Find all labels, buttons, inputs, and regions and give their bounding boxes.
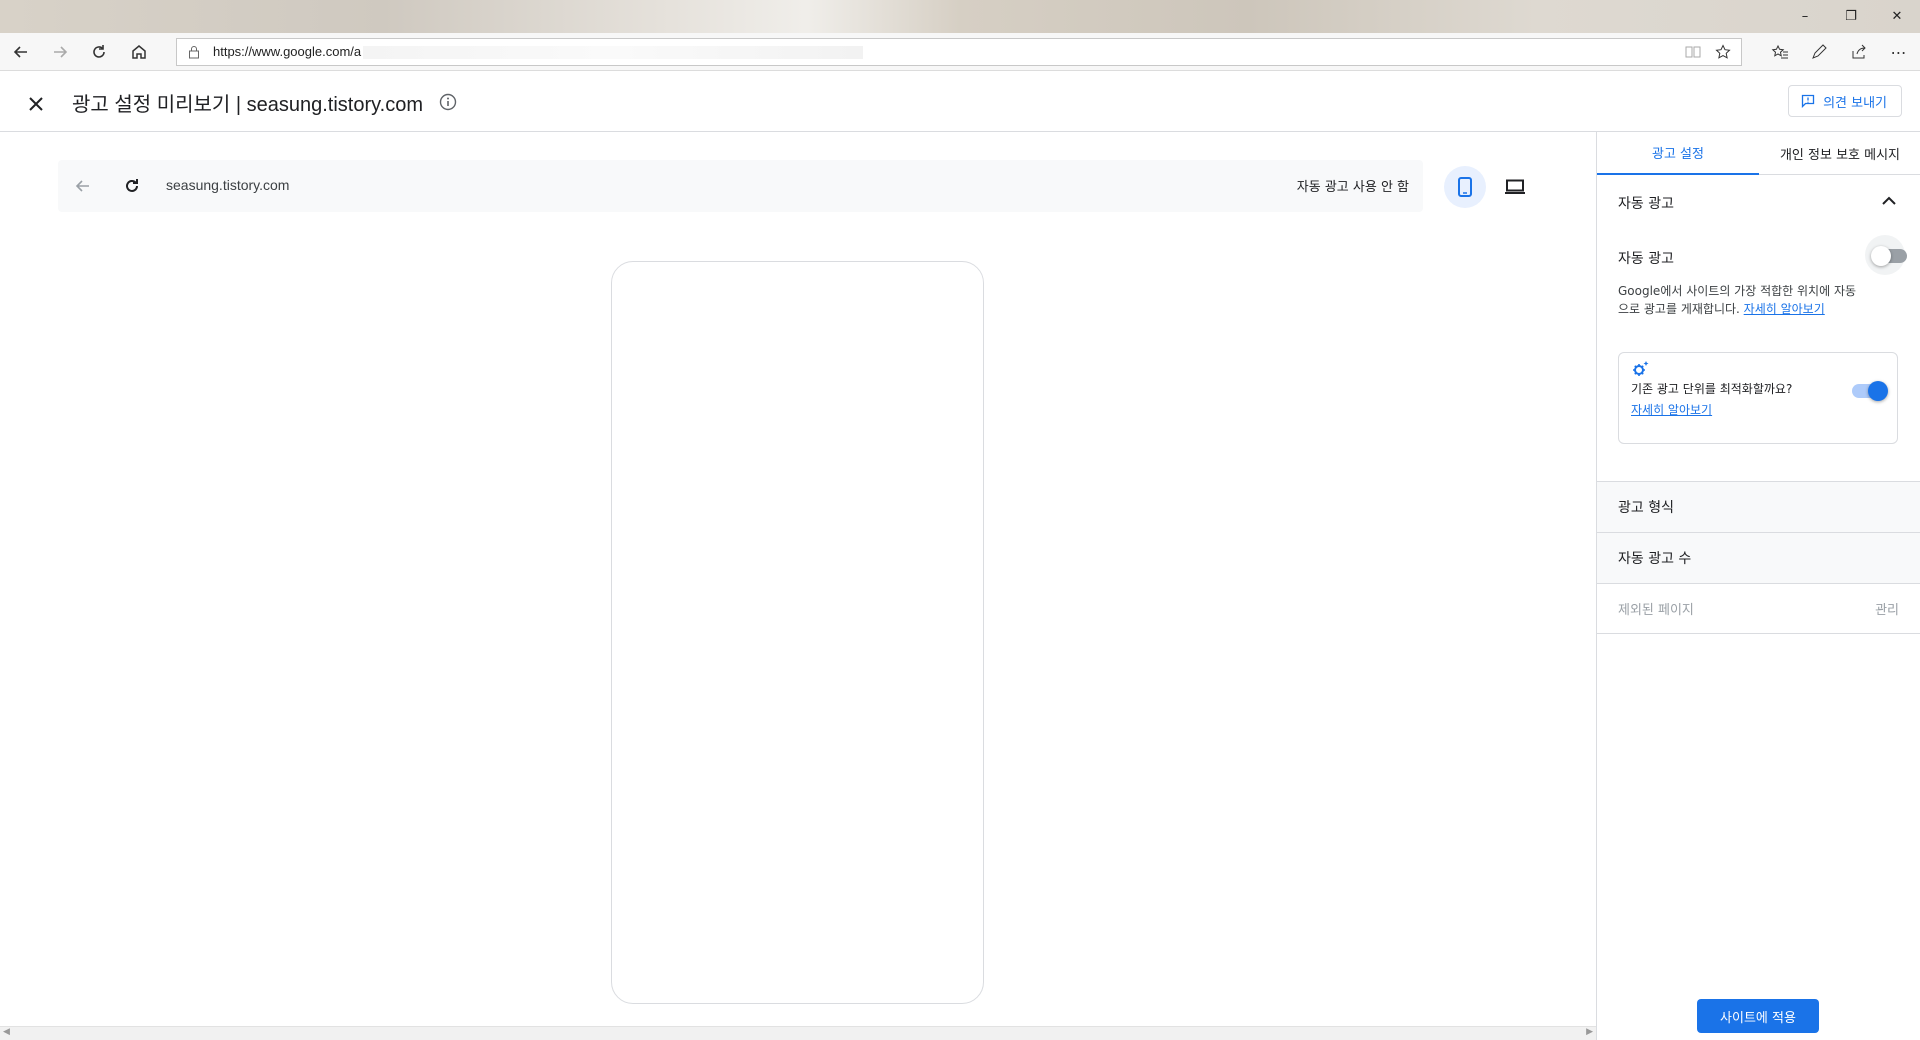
info-icon[interactable] <box>439 93 457 111</box>
auto-ads-learn-more-link[interactable]: 자세히 알아보기 <box>1744 302 1825 316</box>
share-button[interactable] <box>1844 37 1874 67</box>
optimize-toggle-knob <box>1868 381 1888 401</box>
favorite-star-icon[interactable] <box>1715 44 1731 60</box>
feedback-label: 의견 보내기 <box>1823 95 1887 111</box>
scroll-left-icon[interactable]: ◀ <box>3 1027 10 1037</box>
optimize-gear-icon <box>1633 361 1649 376</box>
forward-arrow-icon <box>54 46 68 58</box>
preview-url: seasung.tistory.com <box>166 177 290 193</box>
laptop-icon <box>1505 179 1525 194</box>
home-button[interactable] <box>124 37 154 67</box>
more-icon: ⋯ <box>1890 42 1908 62</box>
auto-ads-toggle-knob <box>1871 246 1891 266</box>
tab-ad-settings[interactable]: 광고 설정 <box>1597 132 1759 175</box>
scroll-right-icon[interactable]: ▶ <box>1586 1027 1593 1037</box>
preview-browser-bar: seasung.tistory.com 자동 광고 사용 안 함 <box>58 160 1423 212</box>
address-bar[interactable]: https://www.google.com/a <box>176 38 1742 66</box>
page-title: 광고 설정 미리보기 | seasung.tistory.com <box>72 94 423 116</box>
forward-button[interactable] <box>45 37 75 67</box>
ad-formats-row[interactable]: 광고 형식 <box>1597 481 1920 532</box>
home-icon <box>132 45 146 59</box>
auto-ads-toggle[interactable] <box>1871 246 1907 266</box>
auto-ads-toggle-label: 자동 광고 <box>1618 251 1674 267</box>
pen-icon <box>1812 44 1827 59</box>
auto-ads-section-title: 자동 광고 <box>1618 196 1674 212</box>
back-arrow-icon <box>13 46 27 58</box>
more-button[interactable]: ⋯ <box>1884 37 1914 67</box>
refresh-button[interactable] <box>84 37 114 67</box>
preview-back-icon[interactable] <box>74 177 92 195</box>
sidebar-tabs: 광고 설정 개인 정보 보호 메시지 <box>1597 132 1920 175</box>
favorites-list-icon <box>1771 44 1788 59</box>
excluded-pages-label: 제외된 페이지 <box>1618 603 1694 618</box>
pen-button[interactable] <box>1804 37 1834 67</box>
desktop-view-button[interactable] <box>1494 166 1536 208</box>
ad-load-row[interactable]: 자동 광고 수 <box>1597 532 1920 583</box>
minimize-button[interactable]: – <box>1782 0 1828 33</box>
window-close-button[interactable]: ✕ <box>1874 0 1920 33</box>
mobile-phone-icon <box>1458 177 1472 197</box>
browser-titlebar: – ❐ ✕ <box>0 0 1920 33</box>
optimize-units-card: 기존 광고 단위를 최적화할까요? 자세히 알아보기 <box>1618 352 1898 444</box>
close-icon <box>29 97 43 111</box>
optimize-toggle[interactable] <box>1852 381 1888 401</box>
restore-button[interactable]: ❐ <box>1828 0 1874 33</box>
ad-load-label: 자동 광고 수 <box>1618 551 1692 567</box>
manage-link[interactable]: 관리 <box>1875 599 1899 618</box>
tab-privacy-messages[interactable]: 개인 정보 보호 메시지 <box>1759 132 1920 175</box>
chevron-up-icon[interactable] <box>1882 196 1896 206</box>
favorites-button[interactable] <box>1765 37 1795 67</box>
feedback-icon <box>1801 94 1815 108</box>
ad-formats-label: 광고 형식 <box>1618 500 1674 516</box>
refresh-icon <box>93 45 105 58</box>
preview-area: seasung.tistory.com 자동 광고 사용 안 함 <box>0 132 1596 1026</box>
share-icon <box>1852 44 1866 59</box>
reading-view-icon[interactable] <box>1685 45 1701 59</box>
auto-ads-status: 자동 광고 사용 안 함 <box>1296 180 1409 195</box>
feedback-button[interactable]: 의견 보내기 <box>1788 85 1902 117</box>
lock-icon <box>189 46 199 59</box>
preview-refresh-icon[interactable] <box>123 177 141 195</box>
mobile-preview-frame <box>611 261 984 1004</box>
address-url: https://www.google.com/a <box>213 44 362 59</box>
settings-sidebar: 광고 설정 개인 정보 보호 메시지 자동 광고 자동 광고 Google에서 … <box>1596 132 1920 1040</box>
address-redacted <box>363 46 863 59</box>
apply-to-site-button[interactable]: 사이트에 적용 <box>1697 999 1819 1033</box>
excluded-pages-row: 제외된 페이지 관리 <box>1597 583 1920 634</box>
close-button[interactable] <box>24 92 48 116</box>
mobile-view-button[interactable] <box>1444 166 1486 208</box>
auto-ads-description: Google에서 사이트의 가장 적합한 위치에 자동으로 광고를 게재합니다.… <box>1618 282 1858 318</box>
optimize-learn-more-link[interactable]: 자세히 알아보기 <box>1631 401 1712 418</box>
page-header: 광고 설정 미리보기 | seasung.tistory.com 의견 보내기 <box>0 72 1920 132</box>
back-button[interactable] <box>6 37 36 67</box>
optimize-question: 기존 광고 단위를 최적화할까요? <box>1631 382 1793 396</box>
horizontal-scrollbar[interactable]: ◀ ▶ <box>0 1026 1596 1040</box>
browser-toolbar: https://www.google.com/a ⋯ <box>0 33 1920 71</box>
